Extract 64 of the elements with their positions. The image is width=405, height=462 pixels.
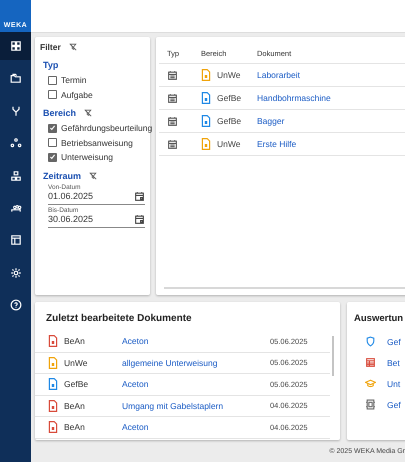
panel-title: Zuletzt bearbeitete Dokumente — [45, 312, 193, 326]
layout-icon — [10, 234, 22, 246]
calendar-icon[interactable] — [134, 214, 145, 224]
document-link[interactable]: Aceton — [122, 336, 270, 346]
filter-group-title: Bereich — [43, 108, 76, 118]
settings-icon — [10, 266, 22, 279]
report-link[interactable]: Unt — [387, 378, 400, 388]
report-link[interactable]: Gef — [387, 336, 401, 346]
document-link[interactable]: Erste Hilfe — [257, 139, 405, 149]
table-icon — [365, 357, 376, 368]
shield-icon — [365, 336, 376, 347]
help-icon — [10, 299, 22, 312]
area-code: GefBe — [217, 116, 242, 126]
area-code: GefBe — [64, 379, 90, 390]
report-link[interactable]: Gef — [387, 400, 401, 410]
dashboard-nav-button[interactable] — [0, 32, 31, 60]
frame-icon — [365, 399, 376, 410]
panel-title: Auswertun — [353, 312, 404, 326]
checkbox[interactable] — [48, 152, 57, 162]
checkbox[interactable] — [48, 90, 57, 100]
checkbox[interactable] — [48, 138, 57, 148]
document-link[interactable]: Laborarbeit — [257, 70, 405, 80]
date-value: 30.06.2025 — [48, 214, 94, 224]
area-code: BeAn — [64, 400, 86, 411]
document-link[interactable]: Bagger — [257, 116, 405, 126]
checkbox-label: Termin — [61, 75, 87, 86]
filter-title: Filter — [40, 42, 61, 52]
hierarchy-icon — [10, 170, 22, 182]
area-code: BeAn — [64, 422, 86, 432]
calendar-icon — [167, 138, 178, 150]
area-code: UnWe — [217, 70, 240, 80]
cap-icon — [365, 378, 376, 389]
filter-group-title: Typ — [43, 60, 58, 70]
folders-icon — [10, 72, 22, 84]
calendar-icon — [167, 116, 178, 126]
checkbox-label: Aufgabe — [61, 90, 93, 100]
document-link[interactable]: Handbohrmaschine — [257, 93, 405, 103]
branch-icon — [10, 104, 22, 117]
date-value: 01.06.2025 — [48, 191, 94, 201]
dashboard-icon — [10, 40, 22, 52]
checkbox[interactable] — [48, 76, 57, 85]
clear-filter-icon[interactable] — [89, 172, 98, 180]
checkbox-label: Gefährdungsbeurteilung — [61, 123, 152, 134]
document-link[interactable]: Umgang mit Gabelstaplern — [122, 400, 270, 411]
vertical-scrollbar[interactable] — [332, 336, 334, 376]
area-code: UnWe — [217, 139, 240, 149]
nodes-icon — [10, 137, 22, 150]
area-code: UnWe — [64, 358, 88, 368]
checkbox-label: Unterweisung — [61, 152, 113, 162]
calendar-icon[interactable] — [134, 190, 145, 202]
checkbox-label: Betriebsanweisung — [61, 138, 133, 148]
document-link[interactable]: Aceton — [122, 422, 270, 432]
filter-group-title: Zeitraum — [43, 170, 82, 180]
clear-filter-icon[interactable] — [84, 109, 92, 117]
calendar-icon — [167, 92, 178, 104]
area-code: BeAn — [64, 336, 86, 346]
calendar-icon — [167, 70, 178, 80]
clear-filter-icon[interactable] — [68, 43, 77, 51]
document-link[interactable]: Aceton — [122, 379, 270, 390]
horizontal-scrollbar[interactable] — [164, 287, 405, 289]
area-code: GefBe — [217, 93, 242, 103]
checkbox[interactable] — [48, 124, 57, 133]
document-link[interactable]: allgemeine Unterweisung — [122, 358, 270, 368]
report-link[interactable]: Bet — [387, 358, 400, 368]
